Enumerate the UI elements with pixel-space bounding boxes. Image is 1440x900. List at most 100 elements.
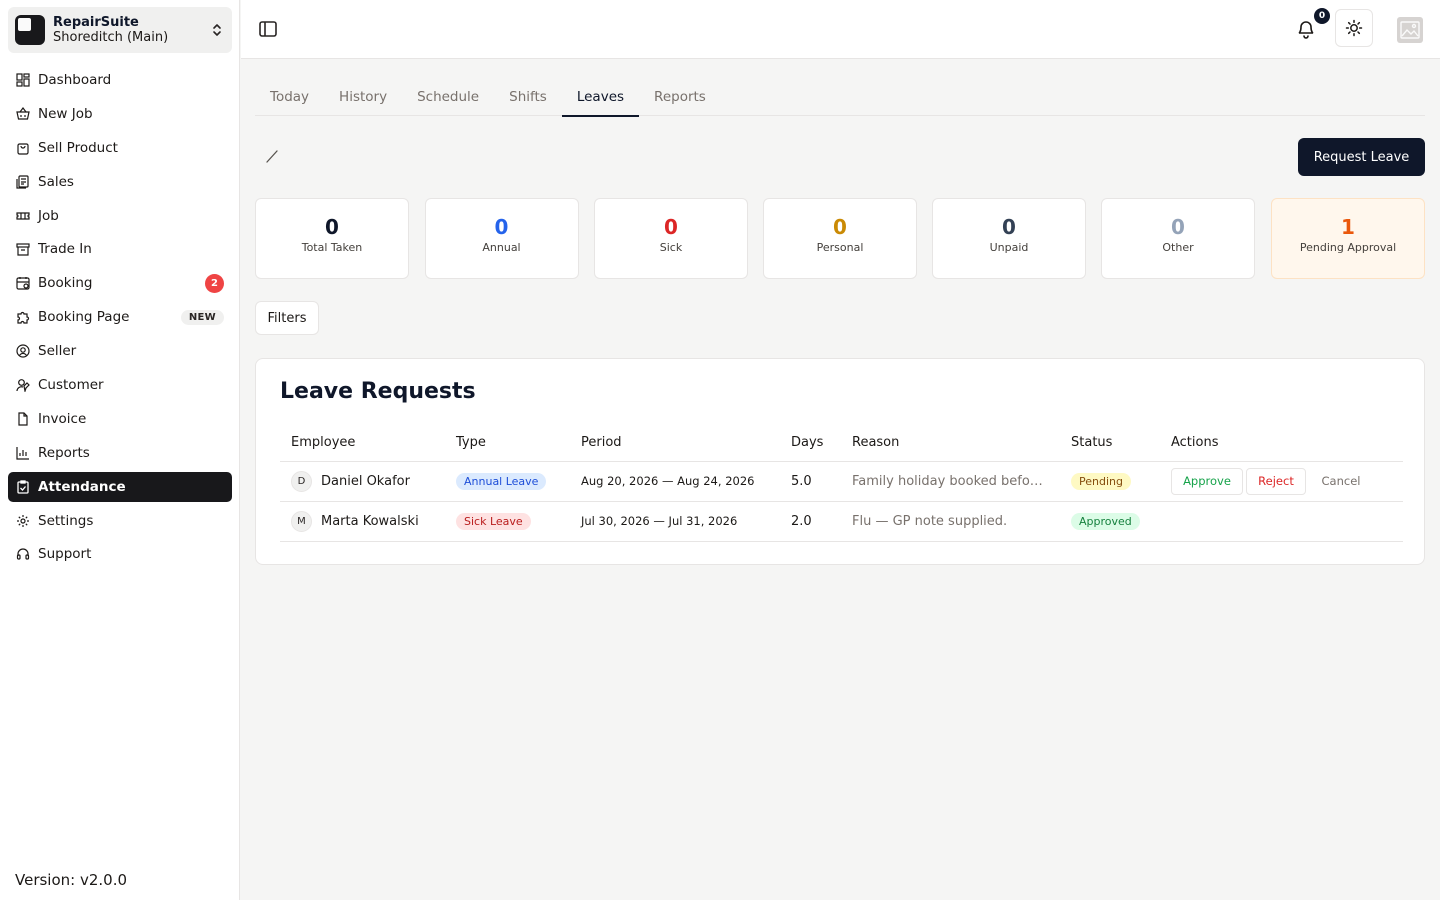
attendance-tabs: Today History Schedule Shifts Leaves Rep… [255,78,1425,117]
column-header-employee: Employee [280,425,445,462]
sidebar-item-attendance[interactable]: Attendance [8,471,232,502]
request-leave-button[interactable]: Request Leave [1298,138,1425,176]
sidebar-item-label: Booking Page [38,309,130,326]
column-header-type: Type [445,425,570,462]
sidebar-item-booking[interactable]: Booking 2 [8,268,232,298]
leave-days: 2.0 [780,501,841,542]
clipboard-check-icon [17,480,29,494]
stat-personal: 0 Personal [763,198,917,279]
stat-value: 0 [494,215,509,239]
stat-annual: 0 Annual [424,198,579,279]
reject-button[interactable]: Reject [1246,467,1306,495]
employee-initial-avatar: M [291,510,312,532]
leave-reason: Flu — GP note supplied. [841,501,1060,542]
sidebar-item-label: Seller [38,343,77,360]
sidebar-item-label: Settings [38,512,94,529]
sidebar-item-label: Reports [38,444,90,461]
sidebar-item-reports[interactable]: Reports [8,438,232,468]
sidebar-item-label: Dashboard [38,72,112,88]
table-row: M Marta Kowalski Sick Leave Jul 30, 2026… [280,501,1403,542]
sidebar-item-settings[interactable]: Settings [8,506,232,536]
sidebar-item-label: Customer [38,377,104,394]
sidebar-toggle-icon[interactable] [258,19,278,39]
tab-schedule[interactable]: Schedule [402,78,494,116]
breadcrumb-separator-icon [266,150,278,163]
stat-other: 0 Other [1101,198,1255,279]
stat-label: Sick [659,241,683,254]
sidebar-item-dashboard[interactable]: Dashboard [8,65,232,95]
leave-requests-table: Employee Type Period Days Reason Status … [280,425,1403,542]
approve-button[interactable]: Approve [1171,467,1243,495]
stat-pending-approval: 1 Pending Approval [1271,198,1425,279]
sidebar-item-label: Job [38,207,59,224]
tab-reports[interactable]: Reports [639,78,721,116]
org-name: RepairSuite [53,15,139,30]
column-header-period: Period [570,425,780,462]
file-icon [18,412,28,426]
stat-value: 0 [833,215,847,239]
sidebar-item-label: New Job [38,105,93,122]
sidebar-item-label: Attendance [38,478,126,495]
sidebar-item-seller[interactable]: Seller [8,336,232,366]
receipt-icon [16,175,29,189]
cancel-button[interactable]: Cancel [1309,467,1373,495]
sidebar-item-booking-page[interactable]: Booking Page NEW [8,302,232,332]
tab-today[interactable]: Today [255,78,324,116]
stat-label: Annual [482,241,521,254]
sidebar-item-new-job[interactable]: New Job [8,99,232,129]
leave-reason: Family holiday booked befo… [841,461,1060,502]
sidebar-item-label: Booking [38,275,93,292]
status-badge: Pending [1071,472,1131,490]
headset-icon [16,548,30,561]
org-switcher[interactable]: RepairSuite Shoreditch (Main) [8,7,232,53]
org-branch: Shoreditch (Main) [53,30,169,45]
calendar-icon [16,277,30,290]
sidebar-item-sales[interactable]: Sales [8,167,232,197]
tab-shifts[interactable]: Shifts [494,78,562,116]
stat-unpaid: 0 Unpaid [932,198,1086,279]
top-header: 0 [241,0,1440,59]
sidebar-item-label: Sales [38,173,74,190]
leave-type-badge: Annual Leave [456,472,547,490]
stat-value: 0 [664,215,678,239]
booking-count-badge: 2 [205,273,224,293]
ticket-icon [16,211,30,220]
sidebar: RepairSuite Shoreditch (Main) Dashboard … [0,0,240,900]
leave-period: Aug 20, 2026 — Aug 24, 2026 [570,461,780,502]
column-header-actions: Actions [1160,425,1403,462]
chart-icon [16,446,29,460]
stat-label: Unpaid [989,241,1029,254]
stat-label: Total Taken [301,241,363,254]
column-header-status: Status [1060,425,1160,462]
card-title: Leave Requests [280,379,476,404]
shopping-bag-icon [17,143,29,155]
sidebar-item-label: Sell Product [38,139,118,156]
employee-cell: M Marta Kowalski [291,510,445,532]
sidebar-item-job[interactable]: Job [8,201,232,231]
sidebar-item-customer[interactable]: Customer [8,370,232,400]
tab-leaves[interactable]: Leaves [561,78,640,117]
notification-count-badge: 0 [1314,8,1330,24]
sidebar-item-invoice[interactable]: Invoice [8,404,232,434]
tab-history[interactable]: History [324,78,402,116]
leave-requests-card: Leave Requests Employee Type Period Days… [255,358,1425,565]
table-header-row: Employee Type Period Days Reason Status … [280,425,1403,462]
sidebar-item-support[interactable]: Support [8,539,232,569]
bell-icon[interactable] [1295,18,1317,40]
gear-icon [17,514,29,527]
sidebar-item-trade-in[interactable]: Trade In [8,234,232,264]
theme-toggle-button[interactable] [1335,9,1373,47]
sidebar-nav: Dashboard New Job Sell Product Sales Job… [8,65,232,573]
stat-value: 1 [1341,215,1355,239]
sidebar-item-label: Support [38,546,92,563]
user-avatar[interactable] [1397,17,1423,43]
sidebar-item-sell-product[interactable]: Sell Product [8,133,232,163]
sun-icon [1345,19,1363,37]
basket-icon [16,106,30,120]
sidebar-item-label: Trade In [38,241,92,258]
column-header-reason: Reason [841,425,1060,462]
filters-button[interactable]: Filters [255,301,319,335]
employee-name: Daniel Okafor [321,473,410,489]
new-badge: NEW [180,309,224,325]
puzzle-icon [17,312,30,324]
